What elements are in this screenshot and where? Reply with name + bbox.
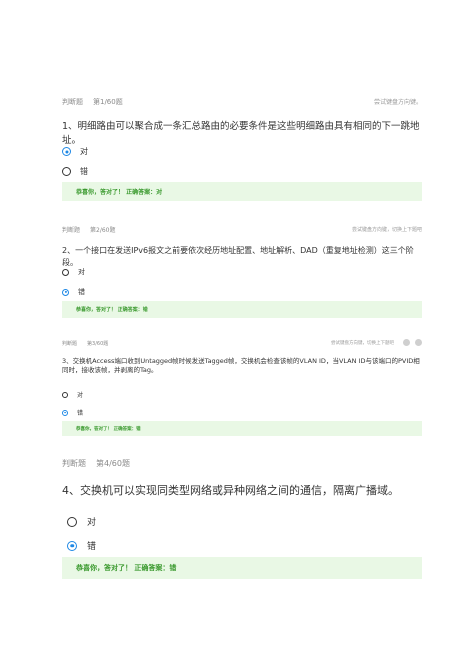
question-text: 2、一个接口在发送IPv6报文之前要依次经历地址配置、地址解析、DAD（重复地址… [62,246,414,267]
question-meta: 判断题 第3/60题 [62,340,108,347]
radio-selected-icon[interactable] [62,147,71,156]
question-type: 判断题 [62,98,83,106]
option-label: 错 [80,167,88,176]
question-number: 第1/60题 [93,98,123,106]
option-label: 错 [87,542,97,552]
question-number: 第2/60题 [90,227,116,234]
option-label: 对 [77,392,84,399]
radio-icon[interactable] [62,391,68,398]
option-label: 错 [77,410,84,417]
keyboard-hint: 尝试键盘方向键，切换上下题吧 [351,227,422,233]
prev-question-button[interactable] [403,339,410,346]
answer-feedback: 恭喜你，答对了！ 正确答案：对 [62,182,422,201]
radio-selected-icon[interactable] [62,288,69,296]
radio-icon[interactable] [62,268,69,276]
question-type: 判断题 [62,459,86,468]
option-false[interactable]: 错 [62,166,88,177]
question-type: 判断题 [62,227,81,234]
option-false[interactable]: 错 [62,408,83,417]
radio-icon[interactable] [62,167,71,176]
next-question-button[interactable] [415,339,422,346]
option-label: 对 [87,518,97,528]
question-number: 第4/60题 [96,459,130,468]
question-text: 1、明细路由可以聚合成一条汇总路由的必要条件是这些明细路由具有相同的下一跳地址。 [62,121,420,146]
answer-feedback: 恭喜你，答对了！ 正确答案：错 [62,557,422,579]
keyboard-hint: 尝试键盘方向键，切换上下题吧 [331,341,394,346]
option-label: 对 [80,147,88,156]
option-true[interactable]: 对 [62,390,83,399]
question-meta: 判断题 第2/60题 [62,225,116,234]
keyboard-hint: 尝试键盘方向键。 [373,99,422,106]
question-text: 3、交换机Access端口收到Untagged帧时候发送Tagged帧，交换机会… [62,357,420,375]
radio-icon[interactable] [67,516,77,527]
option-false[interactable]: 错 [67,539,96,552]
question-nav [403,339,422,346]
answer-feedback: 恭喜你，答对了！ 正确答案：错 [62,301,422,318]
answer-feedback: 恭喜你，答对了！ 正确答案：错 [62,421,422,436]
option-false[interactable]: 错 [62,287,85,297]
radio-selected-icon[interactable] [62,409,68,416]
option-true[interactable]: 对 [62,146,88,157]
option-label: 错 [78,288,85,296]
option-label: 对 [78,268,85,276]
question-meta: 判断题 第1/60题 [62,97,123,107]
option-true[interactable]: 对 [62,267,85,277]
question-text: 4、交换机可以实现同类型网络或异种网络之间的通信，隔离广播域。 [62,484,399,497]
question-number: 第3/60题 [87,341,109,347]
question-meta: 判断题 第4/60题 [62,458,130,469]
question-type: 判断题 [62,341,78,347]
option-true[interactable]: 对 [67,515,96,528]
radio-selected-icon[interactable] [67,540,77,551]
